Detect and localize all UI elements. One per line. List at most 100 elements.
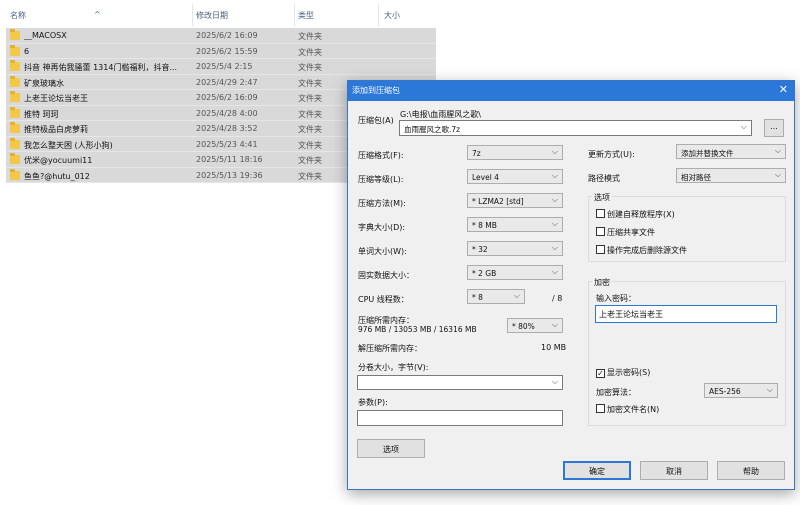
dialog-title: 添加到压缩包	[352, 86, 400, 95]
list-item[interactable]: __MACOSX 2025/6/2 16:09 文件夹	[6, 28, 436, 44]
algo-value: AES-256	[709, 387, 741, 396]
help-button[interactable]: 帮助	[717, 461, 785, 480]
cpu-max: / 8	[552, 294, 563, 303]
delete-source-label: 操作完成后删除源文件	[607, 246, 687, 255]
path-mode-value: 相对路径	[681, 173, 711, 182]
file-type: 文件夹	[298, 171, 322, 181]
checkbox-box[interactable]	[596, 227, 605, 236]
chevron-down-icon: ⌵	[551, 267, 558, 276]
password-input[interactable]: 上老王论坛当老王	[595, 305, 777, 323]
file-date: 2025/5/4 2:15	[196, 62, 253, 71]
decomp-value: 10 MB	[541, 343, 567, 352]
column-size[interactable]: 大小	[384, 10, 400, 21]
level-select[interactable]: Level 4 ⌵	[467, 169, 563, 184]
mem-detail: 976 MB / 13053 MB / 16316 MB	[358, 325, 477, 334]
file-type: 文件夹	[298, 125, 322, 134]
file-date: 2025/6/2 16:09	[196, 31, 258, 40]
archive-label: 压缩包(A)	[358, 116, 394, 125]
column-divider[interactable]	[294, 4, 295, 26]
password-label: 输入密码：	[596, 294, 636, 303]
file-name: 矿泉玻璃水	[24, 78, 64, 88]
ok-button[interactable]: 确定	[563, 461, 631, 480]
chevron-down-icon: ⌵	[551, 171, 558, 180]
column-type[interactable]: 类型	[298, 10, 314, 21]
column-name[interactable]: 名称	[10, 10, 26, 21]
list-item[interactable]: 抖音 神再佑我骚蕾 1314门槛福利，抖音... 2025/5/4 2:15 文件夹	[6, 59, 436, 75]
path-mode-label: 路径模式	[588, 174, 620, 183]
file-name: 上老王论坛当老王	[24, 94, 88, 103]
cancel-button[interactable]: 取消	[640, 461, 708, 480]
decomp-label: 解压缩所需内存：	[358, 344, 422, 353]
archive-name-value: 血雨腥风之歌.7z	[404, 125, 461, 134]
column-divider[interactable]	[192, 4, 193, 26]
path-mode-select[interactable]: 相对路径 ⌵	[676, 168, 786, 183]
delete-source-checkbox[interactable]: 操作完成后删除源文件	[596, 245, 687, 256]
options-button[interactable]: 选项	[357, 439, 425, 458]
word-select[interactable]: * 32 ⌵	[467, 241, 563, 256]
split-label: 分卷大小，字节(V):	[358, 363, 429, 372]
chevron-down-icon[interactable]: ⌵	[552, 377, 558, 387]
chevron-down-icon: ⌵	[774, 170, 781, 179]
update-select[interactable]: 添加并替换文件 ⌵	[676, 144, 786, 159]
update-label: 更新方式(U):	[588, 150, 635, 159]
folder-icon	[10, 122, 20, 133]
chevron-down-icon: ⌵	[513, 291, 520, 300]
browse-button[interactable]: ...	[764, 119, 784, 137]
file-type: 文件夹	[298, 63, 322, 72]
sfx-checkbox[interactable]: 创建自释放程序(X)	[596, 209, 675, 220]
file-date: 2025/4/29 2:47	[196, 77, 258, 87]
sfx-label: 创建自释放程序(X)	[607, 210, 675, 219]
encryption-group-title: 加密	[592, 277, 612, 288]
solid-select[interactable]: * 2 GB ⌵	[467, 265, 563, 280]
word-label: 单词大小(W):	[358, 247, 407, 256]
format-select[interactable]: 7z ⌵	[467, 145, 563, 160]
file-type: 文件夹	[298, 47, 322, 57]
method-select[interactable]: * LZMA2 [std] ⌵	[467, 193, 563, 208]
shared-label: 压缩共享文件	[607, 228, 655, 237]
params-input[interactable]	[357, 410, 563, 426]
archive-name-combo[interactable]: 血雨腥风之歌.7z ⌵	[399, 120, 752, 136]
algo-select[interactable]: AES-256 ⌵	[704, 383, 778, 398]
chevron-down-icon[interactable]: ⌵	[741, 122, 747, 132]
checkbox-box[interactable]	[596, 245, 605, 254]
file-name: 鱼鱼?@hutu_012	[24, 171, 90, 181]
show-password-checkbox[interactable]: ✓ 显示密码(S)	[596, 367, 650, 378]
file-name: 我怎么整天困 (人形小狗)	[24, 140, 113, 150]
chevron-down-icon: ⌵	[551, 195, 558, 204]
file-name: 推特极品白虎萝莉	[24, 125, 88, 134]
close-icon[interactable]: ✕	[779, 83, 788, 96]
encrypt-names-label: 加密文件名(N)	[607, 405, 660, 414]
checkbox-checked-icon[interactable]: ✓	[596, 369, 605, 378]
file-date: 2025/6/2 16:09	[196, 93, 258, 102]
file-date: 2025/6/2 15:59	[196, 46, 258, 56]
checkbox-box[interactable]	[596, 209, 605, 218]
chevron-down-icon: ⌵	[551, 219, 558, 228]
split-size-combo[interactable]: ⌵	[357, 375, 563, 390]
file-type: 文件夹	[298, 78, 322, 88]
file-name: __MACOSX	[24, 31, 67, 40]
folder-icon	[10, 60, 20, 71]
file-name: 推特 珂珂	[24, 109, 59, 119]
add-to-archive-dialog: 添加到压缩包 ✕ 压缩包(A) G:\电报\血雨腥风之歌\ 血雨腥风之歌.7z …	[347, 80, 795, 490]
file-name: 抖音 神再佑我骚蕾 1314门槛福利，抖音...	[24, 63, 178, 72]
checkbox-box[interactable]	[596, 404, 605, 413]
folder-icon	[10, 44, 20, 56]
chevron-down-icon: ⌵	[551, 147, 558, 156]
column-divider[interactable]	[378, 4, 379, 26]
params-label: 参数(P):	[358, 398, 388, 407]
encrypt-names-checkbox[interactable]: 加密文件名(N)	[596, 404, 659, 415]
cpu-value: * 8	[472, 293, 483, 302]
shared-checkbox[interactable]: 压缩共享文件	[596, 227, 655, 238]
file-type: 文件夹	[298, 140, 322, 150]
folder-icon	[10, 153, 20, 164]
chevron-down-icon: ⌵	[774, 146, 781, 155]
cpu-select[interactable]: * 8 ⌵	[467, 289, 525, 304]
list-item[interactable]: 6 2025/6/2 15:59 文件夹	[6, 43, 436, 59]
level-value: Level 4	[472, 173, 499, 182]
mem-percent-select[interactable]: * 80% ⌵	[507, 318, 563, 333]
dict-select[interactable]: * 8 MB ⌵	[467, 217, 563, 232]
dialog-titlebar[interactable]: 添加到压缩包 ✕	[348, 81, 794, 101]
show-password-label: 显示密码(S)	[607, 368, 651, 377]
level-label: 压缩等级(L):	[358, 175, 404, 184]
column-date[interactable]: 修改日期	[196, 10, 228, 21]
